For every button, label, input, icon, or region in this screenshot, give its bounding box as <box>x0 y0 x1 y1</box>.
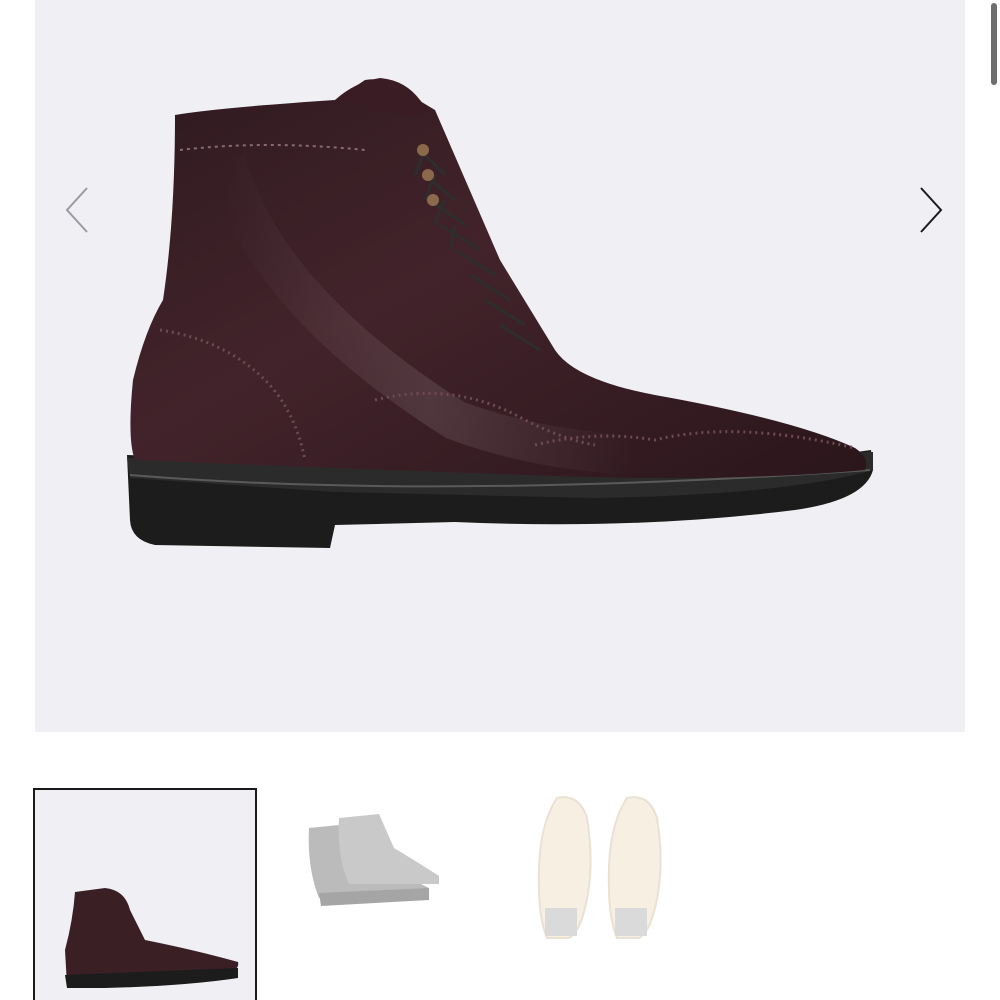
product-main-image[interactable] <box>35 0 965 732</box>
prev-image-button[interactable] <box>55 180 95 240</box>
next-image-button[interactable] <box>913 180 953 240</box>
chevron-left-icon <box>65 187 88 233</box>
brogue-boot-image <box>127 78 873 548</box>
boot-side-thumbnail-icon <box>65 888 239 988</box>
thumbnail-strip <box>33 788 963 1000</box>
chevron-right-icon <box>920 187 943 233</box>
page-scrollbar[interactable] <box>986 0 1000 1000</box>
thumbnail-boot-soles[interactable] <box>499 788 723 1000</box>
boot-soles-thumbnail-icon <box>537 796 662 939</box>
thumbnail-boot-pair[interactable] <box>279 788 503 1000</box>
product-gallery-page <box>0 0 1000 1000</box>
thumbnail-boot-side[interactable] <box>33 788 257 1000</box>
boot-pair-thumbnail-icon <box>308 814 439 906</box>
scrollbar-thumb[interactable] <box>991 3 997 85</box>
